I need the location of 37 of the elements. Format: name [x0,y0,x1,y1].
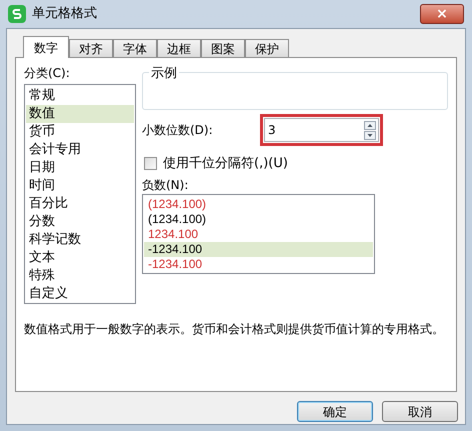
category-list[interactable]: 常规 数值 货币 会计专用 日期 时间 百分比 分数 科学记数 文本 特殊 自定义 [24,84,136,304]
tab[interactable]: 保护 [245,39,289,57]
negative-number-item[interactable]: -1234.100 [144,242,373,256]
category-item[interactable]: 日期 [26,159,134,177]
dialog-button[interactable]: 取消 [382,401,458,422]
tab[interactable]: 数字 [23,36,69,58]
category-item[interactable]: 数值 [26,105,134,123]
negative-number-item[interactable]: (1234.100) [144,196,373,212]
decimal-places-spinner[interactable]: 3 [260,114,383,146]
tab[interactable]: 边框 [157,39,201,57]
format-description: 数值格式用于一般数字的表示。货币和会计格式则提供货币值计算的专用格式。 [24,321,445,338]
tab[interactable]: 图案 [201,39,245,57]
category-item[interactable]: 特殊 [26,267,134,285]
category-item[interactable]: 科学记数 [26,231,134,249]
negative-number-item[interactable]: 1234.100 [144,226,373,242]
decimal-places-label: 小数位数(D): [142,122,214,139]
negative-numbers-list[interactable]: (1234.100) (1234.100) 1234.100 -1234.100 -1234.100 [142,194,375,274]
category-item[interactable]: 时间 [26,177,134,195]
negative-number-item[interactable]: -1234.100 [144,256,373,272]
tab[interactable]: 字体 [113,39,157,57]
dialog-button[interactable]: 确定 [297,401,373,422]
thousands-separator-checkbox[interactable] [144,157,157,170]
thousands-separator-label: 使用千位分隔符(,)(U) [163,155,288,173]
category-item[interactable]: 常规 [26,87,134,105]
category-item[interactable]: 货币 [26,123,134,141]
app-logo-icon [8,5,26,23]
category-item[interactable]: 分数 [26,213,134,231]
tab[interactable]: 对齐 [69,39,113,57]
category-item[interactable]: 会计专用 [26,141,134,159]
negative-number-item[interactable]: (1234.100) [144,212,373,226]
category-item[interactable]: 百分比 [26,195,134,213]
category-label: 分类(C): [24,65,71,82]
window-title: 单元格格式 [32,5,97,24]
category-item[interactable]: 文本 [26,249,134,267]
category-item[interactable]: 自定义 [26,285,134,303]
decimal-places-value: 3 [268,122,277,139]
negative-numbers-label: 负数(N): [142,176,190,194]
